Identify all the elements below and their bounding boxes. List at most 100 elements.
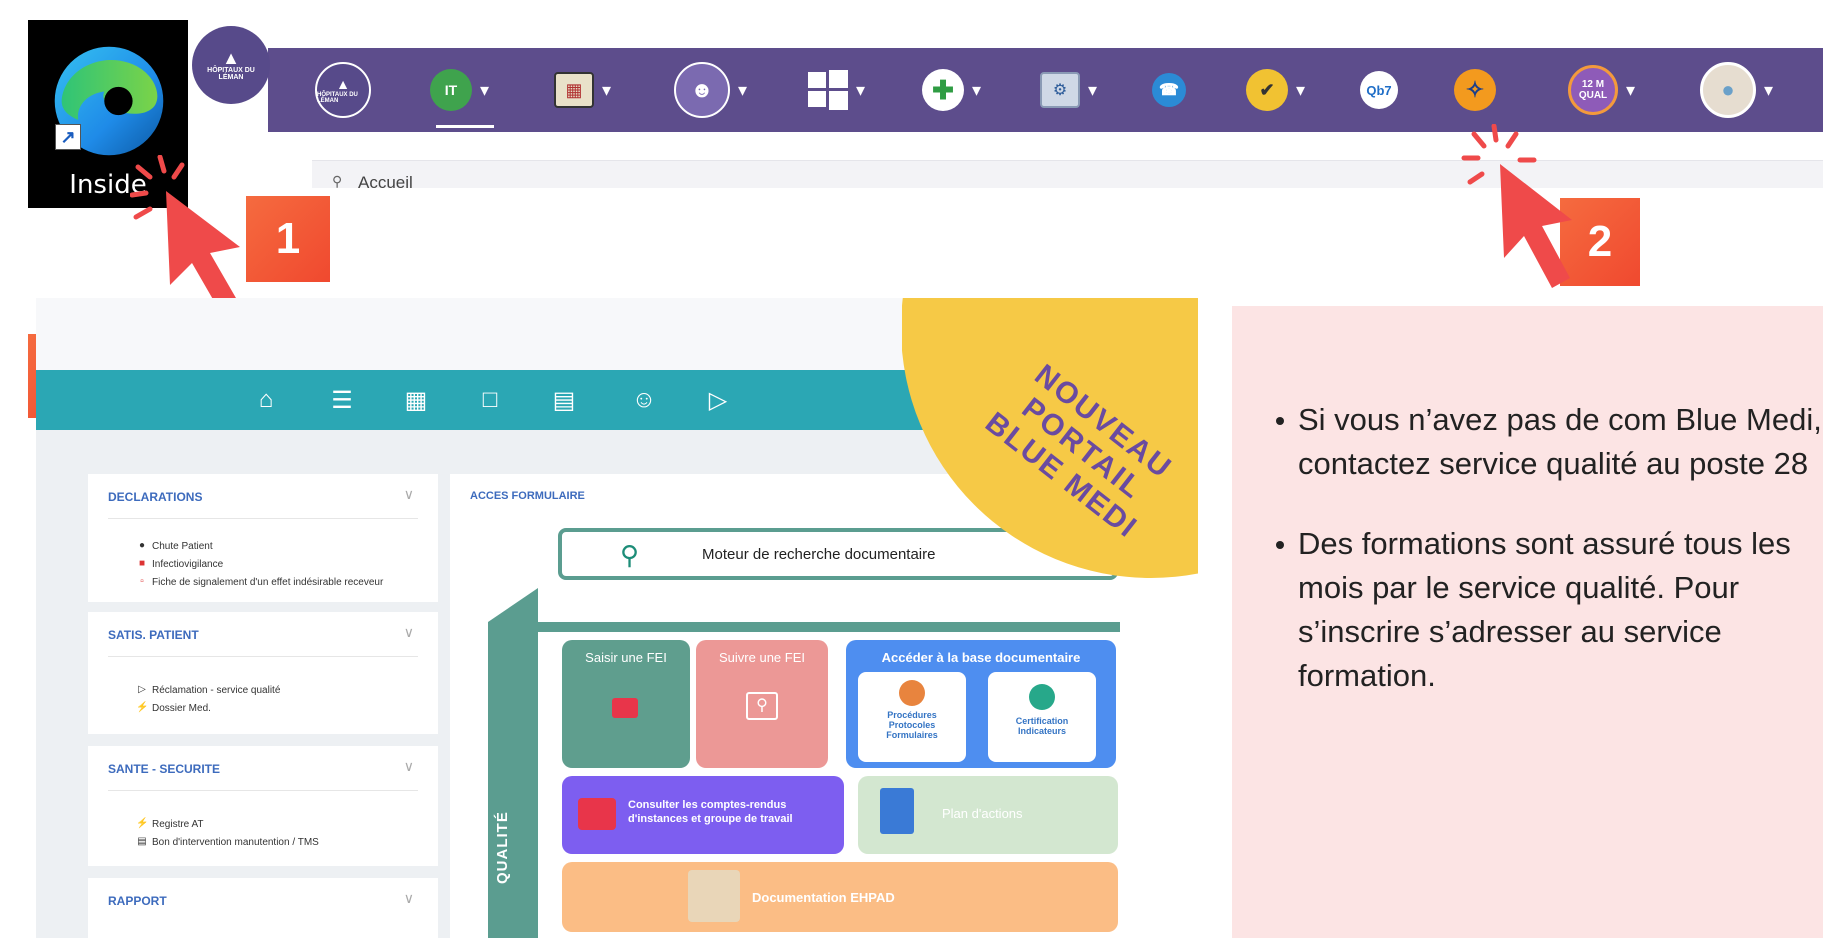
tile-documentation-ehpad[interactable]: Documentation EHPAD (562, 862, 1118, 932)
link-chute-patient[interactable]: ● Chute Patient (136, 540, 213, 552)
chevron-down-icon[interactable]: ▾ (1296, 80, 1305, 101)
info-bullet: Si vous n’avez pas de com Blue Medi, con… (1272, 398, 1823, 486)
meeting-icon (578, 798, 616, 830)
click-cursor-icon (1461, 124, 1572, 288)
newspaper-icon[interactable]: ▤ (548, 384, 580, 416)
tile-label: Suivre une FEI (719, 650, 805, 665)
document-icon (899, 680, 925, 706)
link-dossier-med[interactable]: ⚡ Dossier Med. (136, 702, 211, 714)
list-icon[interactable]: ☰ (326, 384, 358, 416)
phone-book-tool[interactable]: ☎ (1152, 58, 1186, 122)
12m-qual-icon: 12 M QUAL (1568, 65, 1618, 115)
planning-board-icon: ▦ (554, 72, 594, 108)
tile-plan-actions[interactable]: Plan d'actions (858, 776, 1118, 854)
chevron-down-icon[interactable]: ▾ (480, 80, 489, 101)
phone-book-icon: ☎ (1152, 73, 1186, 107)
qualite-strip (538, 622, 1120, 632)
link-infectiovigilance[interactable]: ■ Infectiovigilance (136, 558, 223, 570)
hopitaux-logo-icon: ▲ HÔPITAUX DU LÉMAN (315, 62, 371, 118)
tile-label: Saisir une FEI (585, 650, 667, 665)
kangaroo-tool[interactable]: ✧ (1454, 58, 1496, 122)
panel-title: ACCES FORMULAIRE (470, 490, 585, 502)
qb7-icon: Qb7 (1360, 71, 1398, 109)
open-folder-icon[interactable]: ▷ (702, 384, 734, 416)
windows-tool[interactable]: ▾ (808, 58, 865, 122)
link-label: Réclamation - service qualité (152, 684, 281, 696)
pin-icon: ● (138, 540, 146, 551)
tile-base-documentaire[interactable]: Accéder à la base documentaire Procédure… (846, 640, 1116, 768)
qualite-bar (488, 622, 538, 938)
chevron-down-icon[interactable]: ▾ (972, 80, 981, 101)
hopitaux-logo-tool[interactable]: ▲ HÔPITAUX DU LÉMAN (315, 58, 371, 122)
qualite-label: QUALITÉ (494, 811, 511, 884)
windows-logo-icon (808, 70, 848, 110)
home-icon[interactable]: ⌂ (250, 384, 282, 416)
lightning-icon: ⚡ (136, 818, 149, 829)
chevron-down-icon[interactable]: ▾ (1626, 80, 1635, 101)
link-label: Registre AT (152, 818, 204, 830)
pdf-icon: ▫ (140, 576, 144, 587)
team-people-icon: ☻ (674, 62, 730, 118)
magnifier-icon: ⚲ (746, 692, 778, 720)
location-pin-icon: ⚲ (332, 173, 343, 188)
section-title: SATIS. PATIENT (108, 628, 199, 642)
lightning-icon: ⚡ (136, 702, 149, 713)
chevron-down-icon[interactable]: ▾ (856, 80, 865, 101)
chevron-down-icon[interactable]: ∨ (404, 758, 414, 775)
chevron-down-icon[interactable]: ▾ (602, 80, 611, 101)
section-sante-securite: SANTE - SECURITE ∨ ⚡ Registre AT ▤ Bon d'i… (88, 746, 438, 866)
it-tool[interactable]: IT ▾ (430, 58, 489, 122)
sub-tile-procedures[interactable]: Procédures Protocoles Formulaires (858, 672, 966, 762)
map-tool[interactable]: ● ▾ (1700, 58, 1773, 122)
checklist-tool[interactable]: ✔ ▾ (1246, 58, 1305, 122)
it-icon: IT (430, 69, 472, 111)
12m-qual-tool[interactable]: 12 M QUAL ▾ (1568, 58, 1635, 122)
tile-saisir-fei[interactable]: Saisir une FEI (562, 640, 690, 768)
checklist-icon: ✔ (1246, 69, 1288, 111)
divider (108, 518, 418, 519)
tile-suivre-fei[interactable]: Suivre une FEI ⚲ (696, 640, 828, 768)
link-registre-at[interactable]: ⚡ Registre AT (136, 818, 204, 830)
computer-tool[interactable]: ⚙ ▾ (1040, 58, 1097, 122)
hopitaux-du-leman-logo[interactable]: ▲ HÔPITAUX DU LÉMAN (192, 26, 270, 104)
planning-tool[interactable]: ▦ ▾ (554, 58, 611, 122)
chevron-down-icon[interactable]: ∨ (404, 890, 414, 907)
tile-comptes-rendus[interactable]: Consulter les comptes-rendus d'instances… (562, 776, 844, 854)
section-title: DECLARATIONS (108, 490, 203, 504)
map-icon: ● (1700, 62, 1756, 118)
certificate-icon (1029, 684, 1055, 710)
search-icon: ⚲ (620, 540, 640, 570)
folder-icon[interactable]: □ (474, 384, 506, 416)
logo-text: HÔPITAUX DU LÉMAN (207, 67, 255, 81)
qualite-bar-top (488, 588, 538, 622)
link-label: Fiche de signalement d'un effet indésira… (152, 576, 384, 588)
team-tool[interactable]: ☻ ▾ (674, 58, 747, 122)
link-bon-intervention[interactable]: ▤ Bon d'intervention manutention / TMS (136, 836, 319, 848)
section-title: SANTE - SECURITE (108, 762, 221, 776)
calendar-icon[interactable]: ▦ (400, 384, 432, 416)
users-icon[interactable]: ☺ (628, 384, 660, 416)
chevron-down-icon[interactable]: ▾ (1764, 80, 1773, 101)
tile-label: Consulter les comptes-rendus d'instances… (628, 799, 793, 825)
sub-tile-certification[interactable]: Certification Indicateurs (988, 672, 1096, 762)
chevron-down-icon[interactable]: ▾ (1088, 80, 1097, 101)
tile-label: Documentation EHPAD (752, 890, 895, 905)
chevron-down-icon[interactable]: ▾ (738, 80, 747, 101)
flag-icon (612, 698, 638, 718)
info-box: Si vous n’avez pas de com Blue Medi, con… (1232, 306, 1823, 938)
qb7-tool[interactable]: Qb7 (1360, 58, 1398, 122)
divider (108, 656, 418, 657)
chevron-down-icon[interactable]: ∨ (404, 624, 414, 641)
info-bullet: Des formations sont assuré tous les mois… (1272, 522, 1823, 698)
link-reclamation[interactable]: ▷ Réclamation - service qualité (136, 684, 280, 696)
kangaroo-icon: ✧ (1454, 69, 1496, 111)
search-label: Moteur de recherche documentaire (702, 546, 936, 563)
link-label: Infectiovigilance (152, 558, 224, 570)
pharmacy-tool[interactable]: ✚ ▾ (922, 58, 981, 122)
section-title: RAPPORT (108, 894, 167, 908)
breadcrumb-home-link[interactable]: Accueil (358, 173, 413, 188)
clipboard-icon (880, 788, 914, 834)
chevron-down-icon[interactable]: ∨ (404, 486, 414, 503)
link-fiche-signalement[interactable]: ▫ Fiche de signalement d'un effet indésir… (136, 576, 383, 588)
form-icon: ▤ (137, 836, 147, 847)
